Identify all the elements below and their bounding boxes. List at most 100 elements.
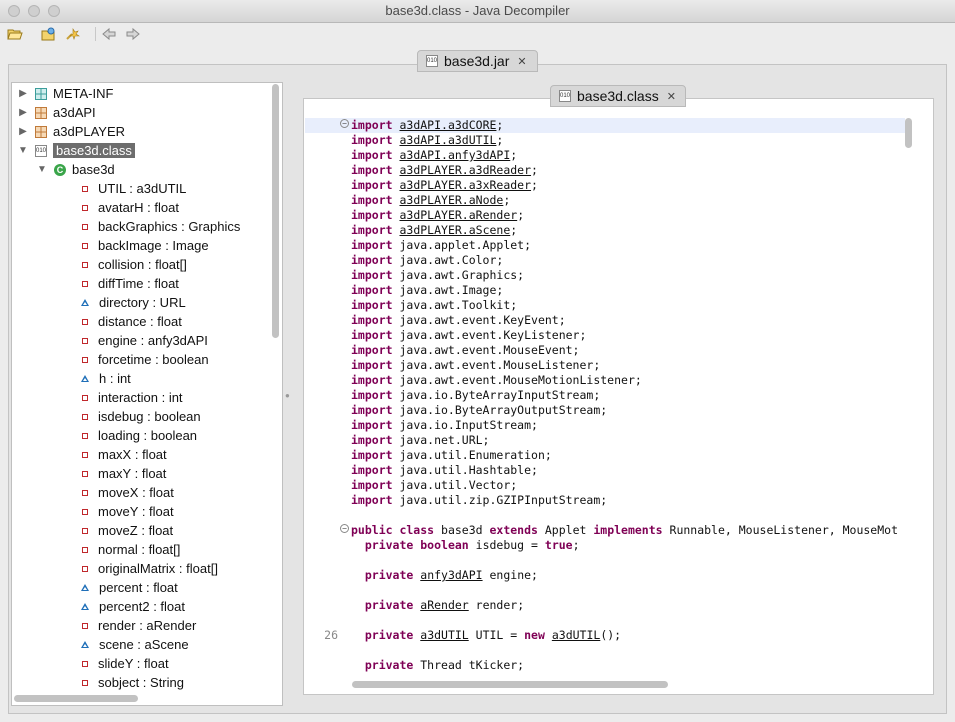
code-line[interactable]: import java.awt.event.KeyListener;: [305, 328, 905, 343]
code-line[interactable]: import java.util.Hashtable;: [305, 463, 905, 478]
code-line[interactable]: import java.io.ByteArrayOutputStream;: [305, 403, 905, 418]
splitter-handle[interactable]: ●: [285, 391, 292, 400]
code-line[interactable]: import java.awt.Graphics;: [305, 268, 905, 283]
code-horizontal-scrollbar[interactable]: [350, 680, 902, 690]
tree-item[interactable]: ▶ a3dPLAYER: [12, 122, 282, 141]
tree-vertical-scrollbar[interactable]: [271, 84, 280, 684]
code-line[interactable]: import java.awt.event.MouseListener;: [305, 358, 905, 373]
search-button[interactable]: [64, 25, 82, 43]
type-link-token[interactable]: a3dAPI.a3dCORE: [399, 118, 496, 132]
tree-item[interactable]: UTIL : a3dUTIL: [12, 179, 282, 198]
tab-base3d-jar[interactable]: 010 base3d.jar ✕: [417, 50, 538, 72]
tree-item[interactable]: originalMatrix : float[]: [12, 559, 282, 578]
tree-item[interactable]: directory : URL: [12, 293, 282, 312]
expand-chevron-icon[interactable]: ▶: [17, 107, 29, 118]
code-line[interactable]: import a3dPLAYER.a3xReader;: [305, 178, 905, 193]
expand-chevron-icon[interactable]: ▶: [17, 88, 29, 99]
tree-item[interactable]: interaction : int: [12, 388, 282, 407]
code-line[interactable]: import java.awt.Image;: [305, 283, 905, 298]
code-line[interactable]: import java.applet.Applet;: [305, 238, 905, 253]
code-vertical-scroll-thumb[interactable]: [905, 118, 912, 148]
type-link-token[interactable]: a3dUTIL: [552, 628, 600, 642]
tree-item[interactable]: diffTime : float: [12, 274, 282, 293]
code-horizontal-scroll-thumb[interactable]: [352, 681, 668, 688]
code-line[interactable]: import java.awt.event.MouseEvent;: [305, 343, 905, 358]
code-line[interactable]: import a3dPLAYER.aRender;: [305, 208, 905, 223]
tree-item[interactable]: h : int: [12, 369, 282, 388]
tree-item[interactable]: maxY : float: [12, 464, 282, 483]
code-line[interactable]: import java.util.Enumeration;: [305, 448, 905, 463]
tree-item[interactable]: sobject : String: [12, 673, 282, 692]
code-line[interactable]: import java.io.ByteArrayInputStream;: [305, 388, 905, 403]
tree-item[interactable]: percent : float: [12, 578, 282, 597]
tree-item[interactable]: moveZ : float: [12, 521, 282, 540]
code-line[interactable]: [305, 643, 905, 658]
code-line[interactable]: import a3dAPI.a3dUTIL;: [305, 133, 905, 148]
code-line[interactable]: − import a3dAPI.a3dCORE;: [305, 118, 905, 133]
tree-item[interactable]: ▶ a3dAPI: [12, 103, 282, 122]
tree-item[interactable]: ▼ Cbase3d: [12, 160, 282, 179]
fold-toggle-icon[interactable]: −: [340, 119, 349, 128]
code-line[interactable]: import java.awt.Toolkit;: [305, 298, 905, 313]
forward-button[interactable]: [124, 25, 142, 43]
type-link-token[interactable]: a3dPLAYER.aRender: [399, 208, 517, 222]
tree-item[interactable]: engine : anfy3dAPI: [12, 331, 282, 350]
type-link-token[interactable]: a3dPLAYER.a3dReader: [399, 163, 531, 177]
type-link-token[interactable]: a3dPLAYER.aScene: [399, 223, 510, 237]
code-line[interactable]: private aRender render;: [305, 598, 905, 613]
tree-item[interactable]: distance : float: [12, 312, 282, 331]
type-link-token[interactable]: a3dAPI.anfy3dAPI: [399, 148, 510, 162]
code-line[interactable]: import a3dPLAYER.a3dReader;: [305, 163, 905, 178]
code-vertical-scrollbar[interactable]: [903, 116, 915, 676]
tree-item[interactable]: moveY : float: [12, 502, 282, 521]
code-line[interactable]: import a3dPLAYER.aNode;: [305, 193, 905, 208]
back-button[interactable]: [100, 25, 118, 43]
code-line[interactable]: [305, 508, 905, 523]
code-line[interactable]: import a3dAPI.anfy3dAPI;: [305, 148, 905, 163]
tree-item[interactable]: isdebug : boolean: [12, 407, 282, 426]
tree-horizontal-scroll-thumb[interactable]: [14, 695, 138, 702]
code-line[interactable]: import java.io.InputStream;: [305, 418, 905, 433]
tree-item[interactable]: ▼ 010 base3d.class: [12, 141, 282, 160]
expand-chevron-icon[interactable]: ▶: [17, 126, 29, 137]
code-line[interactable]: import java.util.Vector;: [305, 478, 905, 493]
tree-item[interactable]: percent2 : float: [12, 597, 282, 616]
tree-item[interactable]: normal : float[]: [12, 540, 282, 559]
tree-item[interactable]: loading : boolean: [12, 426, 282, 445]
tree-item[interactable]: backGraphics : Graphics: [12, 217, 282, 236]
tree-item[interactable]: avatarH : float: [12, 198, 282, 217]
tree-item[interactable]: forcetime : boolean: [12, 350, 282, 369]
collapse-chevron-icon[interactable]: ▼: [17, 145, 29, 156]
open-folder-button[interactable]: [6, 25, 24, 43]
code-line[interactable]: import a3dPLAYER.aScene;: [305, 223, 905, 238]
type-link-token[interactable]: a3dPLAYER.a3xReader: [399, 178, 531, 192]
tree-item[interactable]: backImage : Image: [12, 236, 282, 255]
type-link-token[interactable]: a3dAPI.a3dUTIL: [399, 133, 496, 147]
class-tree[interactable]: ▶ META-INF ▶ a3dAPI ▶ a3dPLAYER ▼ 010 base3d.cla…: [11, 82, 283, 706]
tree-item[interactable]: moveX : float: [12, 483, 282, 502]
code-line[interactable]: import java.awt.event.KeyEvent;: [305, 313, 905, 328]
tree-item[interactable]: slideY : float: [12, 654, 282, 673]
tree-vertical-scroll-thumb[interactable]: [272, 84, 279, 338]
type-link-token[interactable]: a3dPLAYER.aNode: [399, 193, 503, 207]
collapse-chevron-icon[interactable]: ▼: [36, 164, 48, 175]
tree-horizontal-scrollbar[interactable]: [14, 694, 272, 703]
code-line[interactable]: 26 private a3dUTIL UTIL = new a3dUTIL();: [305, 628, 905, 643]
code-line[interactable]: import java.net.URL;: [305, 433, 905, 448]
code-line[interactable]: [305, 553, 905, 568]
tree-item[interactable]: render : aRender: [12, 616, 282, 635]
code-line[interactable]: import java.awt.Color;: [305, 253, 905, 268]
close-tab-icon[interactable]: ✕: [667, 90, 676, 103]
type-link-token[interactable]: aRender: [420, 598, 468, 612]
tree-item[interactable]: ▶ META-INF: [12, 84, 282, 103]
tab-base3d-class[interactable]: 010 base3d.class ✕: [550, 85, 686, 107]
type-link-token[interactable]: a3dUTIL: [420, 628, 468, 642]
code-line[interactable]: [305, 613, 905, 628]
open-file-button[interactable]: [40, 25, 58, 43]
code-line[interactable]: private anfy3dAPI engine;: [305, 568, 905, 583]
type-link-token[interactable]: anfy3dAPI: [420, 568, 482, 582]
code-line[interactable]: [305, 583, 905, 598]
fold-toggle-icon[interactable]: −: [340, 524, 349, 533]
source-code-view[interactable]: − import a3dAPI.a3dCORE; import a3dAPI.a3d…: [305, 116, 932, 693]
tree-item[interactable]: collision : float[]: [12, 255, 282, 274]
